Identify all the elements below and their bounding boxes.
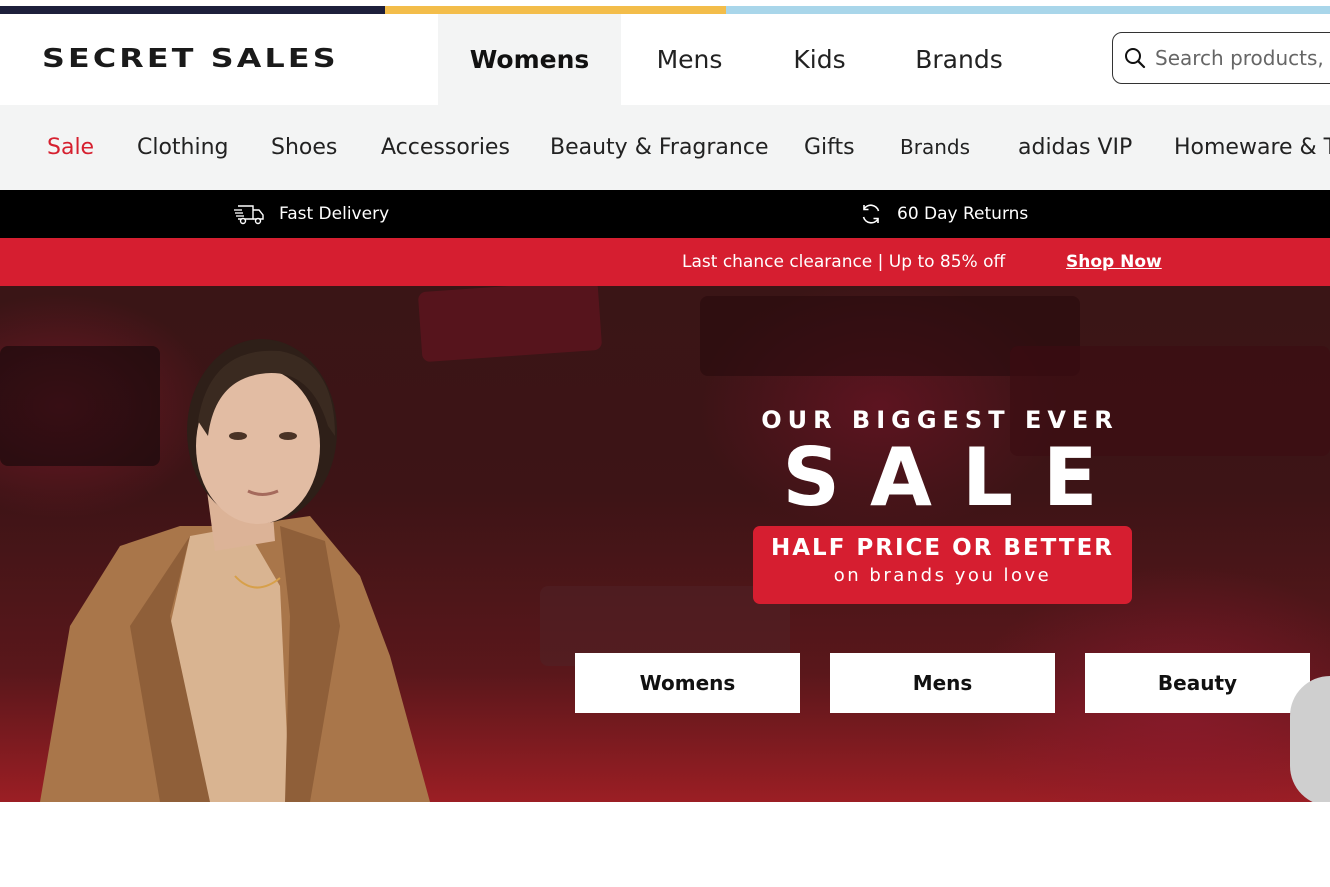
promo-banner: Last chance clearance | Up to 85% off Sh…	[0, 238, 1330, 286]
category-beauty-fragrance[interactable]: Beauty & Fragrance	[550, 105, 769, 190]
category-nav: Sale Clothing Shoes Accessories Beauty &…	[0, 105, 1330, 190]
hero-womens-button[interactable]: Womens	[575, 653, 800, 713]
hero-offer-badge: HALF PRICE OR BETTER on brands you love	[753, 526, 1132, 604]
search-input[interactable]	[1155, 46, 1330, 70]
strip-segment-blue	[726, 0, 1330, 14]
category-accessories[interactable]: Accessories	[381, 105, 510, 190]
brand-color-strip	[0, 0, 1330, 14]
usp-returns: 60 Day Returns	[859, 190, 1028, 238]
hero-eyebrow: OUR BIGGEST EVER	[761, 406, 1119, 434]
department-tabs: Womens Mens Kids Brands	[438, 14, 1037, 105]
tab-womens[interactable]: Womens	[438, 14, 621, 105]
strip-segment-yellow	[385, 0, 726, 14]
tab-kids[interactable]: Kids	[758, 14, 881, 105]
category-homeware[interactable]: Homeware & T	[1174, 105, 1330, 190]
shop-now-link[interactable]: Shop Now	[1066, 238, 1162, 286]
hero-banner: OUR BIGGEST EVER SALE HALF PRICE OR BETT…	[0, 286, 1330, 802]
category-sale[interactable]: Sale	[47, 105, 94, 190]
site-header: SECRET SALES Womens Mens Kids Brands	[0, 14, 1330, 105]
hero-mens-button[interactable]: Mens	[830, 653, 1055, 713]
category-clothing[interactable]: Clothing	[137, 105, 229, 190]
hero-title: SALE	[782, 431, 1128, 524]
hero-beauty-button[interactable]: Beauty	[1085, 653, 1310, 713]
tab-mens[interactable]: Mens	[621, 14, 758, 105]
search-icon[interactable]	[1123, 46, 1147, 70]
product-edge	[1290, 676, 1330, 802]
hero-offer-line2: on brands you love	[833, 565, 1052, 586]
model-image	[40, 339, 430, 802]
strip-segment-navy	[0, 0, 385, 14]
category-brands[interactable]: Brands	[900, 105, 970, 190]
usp-fast-delivery: Fast Delivery	[234, 190, 389, 238]
promo-message: Last chance clearance | Up to 85% off	[682, 252, 1006, 272]
usp-fast-delivery-label: Fast Delivery	[279, 204, 390, 224]
hero-headline: OUR BIGGEST EVER SALE	[740, 406, 1140, 520]
usp-returns-label: 60 Day Returns	[897, 204, 1029, 224]
site-logo[interactable]: SECRET SALES	[42, 44, 339, 74]
category-gifts[interactable]: Gifts	[804, 105, 855, 190]
returns-icon	[862, 204, 880, 224]
category-shoes[interactable]: Shoes	[271, 105, 337, 190]
hero-offer-line1: HALF PRICE OR BETTER	[771, 535, 1114, 561]
search-box[interactable]	[1112, 32, 1330, 84]
delivery-truck-icon	[234, 205, 264, 225]
tab-brands[interactable]: Brands	[881, 14, 1037, 105]
usp-bar: Fast Delivery 60 Day Returns	[0, 190, 1330, 238]
category-adidas-vip[interactable]: adidas VIP	[1018, 105, 1132, 190]
